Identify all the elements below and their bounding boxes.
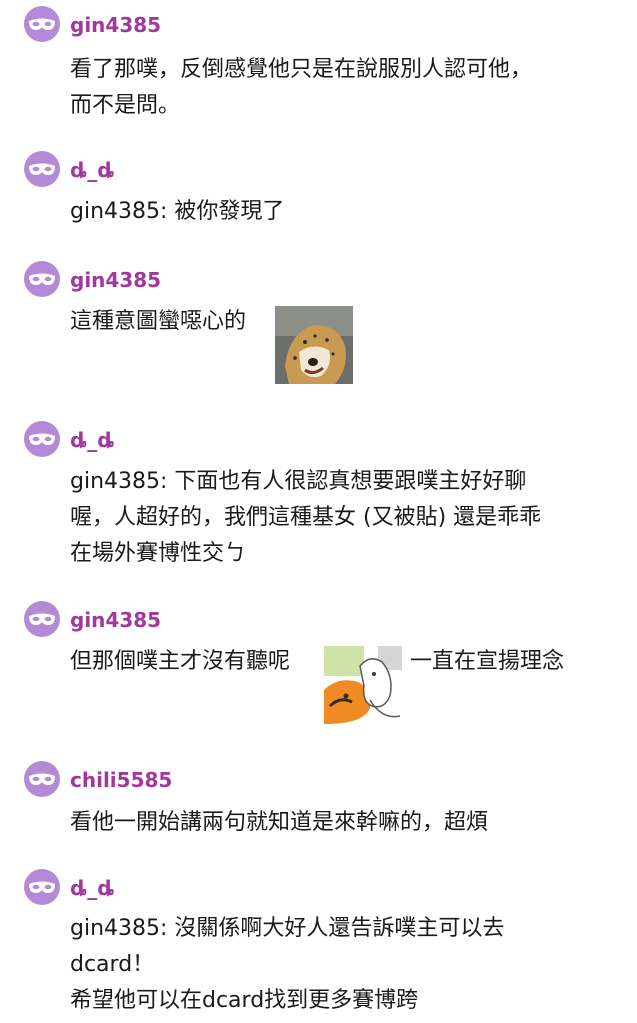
comment-line: gin4385: 沒關係啊大好人還告訴噗主可以去 — [70, 916, 505, 941]
avatar[interactable] — [24, 151, 60, 187]
username[interactable]: ȡ_ȡ — [70, 876, 115, 900]
cheetah-sticker[interactable] — [275, 306, 353, 384]
comment-line: gin4385: 下面也有人很認真想要跟噗主好好聊 — [70, 469, 527, 494]
cartoon-sticker[interactable] — [324, 646, 402, 724]
comment-line: dcard！ — [70, 952, 155, 977]
mask-icon — [29, 773, 55, 785]
comment-line: 看了那噗，反倒感覺他只是在說服別人認可他， — [70, 57, 533, 82]
avatar[interactable] — [24, 601, 60, 637]
username[interactable]: ȡ_ȡ — [70, 158, 115, 182]
comment-line: 希望他可以在dcard找到更多賽博跨 — [70, 988, 419, 1013]
comment-text: gin4385: 下面也有人很認真想要跟噗主好好聊 喔，人超好的，我們這種基女 (… — [70, 464, 615, 572]
comment-text: gin4385: 被你發現了 — [70, 194, 615, 230]
username[interactable]: ȡ_ȡ — [70, 428, 115, 452]
mask-icon — [29, 881, 55, 893]
avatar[interactable] — [24, 6, 60, 42]
comment-line: 喔，人超好的，我們這種基女 (又被貼) 還是乖乖 — [70, 505, 542, 530]
avatar[interactable] — [24, 261, 60, 297]
comment-text: 看他一開始講兩句就知道是來幹嘛的，超煩 — [70, 805, 615, 841]
username[interactable]: chili5585 — [70, 768, 172, 792]
mask-icon — [29, 613, 55, 625]
mask-icon — [29, 18, 55, 30]
comment-text: 但那個噗主才沒有聽呢 — [70, 644, 330, 680]
comment-line: 看他一開始講兩句就知道是來幹嘛的，超煩 — [70, 810, 489, 835]
comment-text: 看了那噗，反倒感覺他只是在說服別人認可他， 而不是問。 — [70, 52, 615, 124]
username[interactable]: gin4385 — [70, 13, 161, 37]
avatar[interactable] — [24, 421, 60, 457]
username[interactable]: gin4385 — [70, 268, 161, 292]
mask-icon — [29, 163, 55, 175]
avatar[interactable] — [24, 869, 60, 905]
mask-icon — [29, 433, 55, 445]
comment-text-tail: 一直在宣揚理念 — [410, 649, 565, 674]
mask-icon — [29, 273, 55, 285]
username[interactable]: gin4385 — [70, 608, 161, 632]
comment-line: 在場外賽博性交ㄅ — [70, 541, 247, 566]
comment-line: 但那個噗主才沒有聽呢 — [70, 649, 291, 674]
avatar[interactable] — [24, 761, 60, 797]
comment-line: gin4385: 被你發現了 — [70, 199, 285, 224]
comment-line: 而不是問。 — [70, 93, 181, 118]
comment-text: gin4385: 沒關係啊大好人還告訴噗主可以去 dcard！ 希望他可以在dcar… — [70, 911, 615, 1019]
